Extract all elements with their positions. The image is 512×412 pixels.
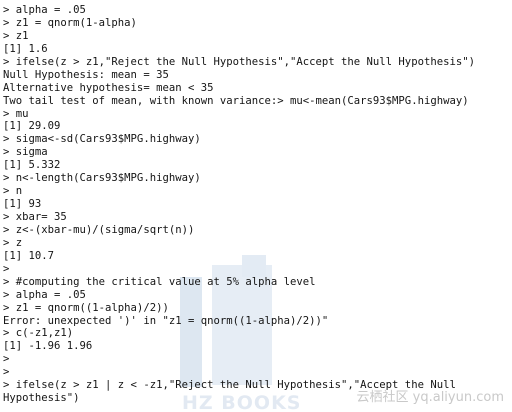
console-line: > ifelse(z > z1 | z < -z1,"Reject the Nu… [3, 379, 456, 392]
console-line: > z1 [3, 29, 29, 42]
console-line: [1] 29.09 [3, 120, 61, 133]
console-line: > #computing the critical value at 5% al… [3, 275, 316, 288]
console-line: > ifelse(z > z1,"Reject the Null Hypothe… [3, 55, 475, 68]
r-console[interactable]: HZ BOOKS 云栖社区 yq.aliyun.com > alpha = .0… [0, 0, 512, 412]
console-line: > sigma<-sd(Cars93$MPG.highway) [3, 133, 201, 146]
console-line: > [3, 262, 10, 275]
console-line: Null Hypothesis: mean = 35 [3, 68, 169, 81]
console-line: [1] 5.332 [3, 159, 61, 172]
console-line: > z1 = qnorm((1-alpha)/2)) [3, 301, 169, 314]
console-line: > z [3, 236, 23, 249]
console-line: > [3, 353, 10, 366]
console-line: Error: unexpected ')' in "z1 = qnorm((1-… [3, 314, 329, 327]
console-line: > n [3, 185, 23, 198]
console-line: > z1 = qnorm(1-alpha) [3, 16, 137, 29]
console-line: Alternative hypothesis= mean < 35 [3, 81, 214, 94]
console-line: > sigma [3, 146, 48, 159]
console-line: [1] 93 [3, 198, 42, 211]
console-line: > alpha = .05 [3, 288, 86, 301]
console-line: > xbar= 35 [3, 211, 67, 223]
console-line: > c(-z1,z1) [3, 327, 74, 340]
console-line: Two tail test of mean, with known varian… [3, 94, 469, 107]
console-line: Hypothesis") [3, 392, 80, 405]
console-line: > mu [3, 107, 29, 120]
console-line: [1] 1.6 [3, 42, 48, 55]
console-line: [1] -1.96 1.96 [3, 340, 93, 353]
console-line: > alpha = .05 [3, 4, 86, 16]
console-line: > [3, 366, 10, 379]
console-output: > alpha = .05 > z1 = qnorm(1-alpha) > z1… [3, 4, 509, 405]
console-line: > z<-(xbar-mu)/(sigma/sqrt(n)) [3, 223, 195, 236]
console-line: [1] 10.7 [3, 249, 55, 262]
console-line: > n<-length(Cars93$MPG.highway) [3, 172, 201, 185]
